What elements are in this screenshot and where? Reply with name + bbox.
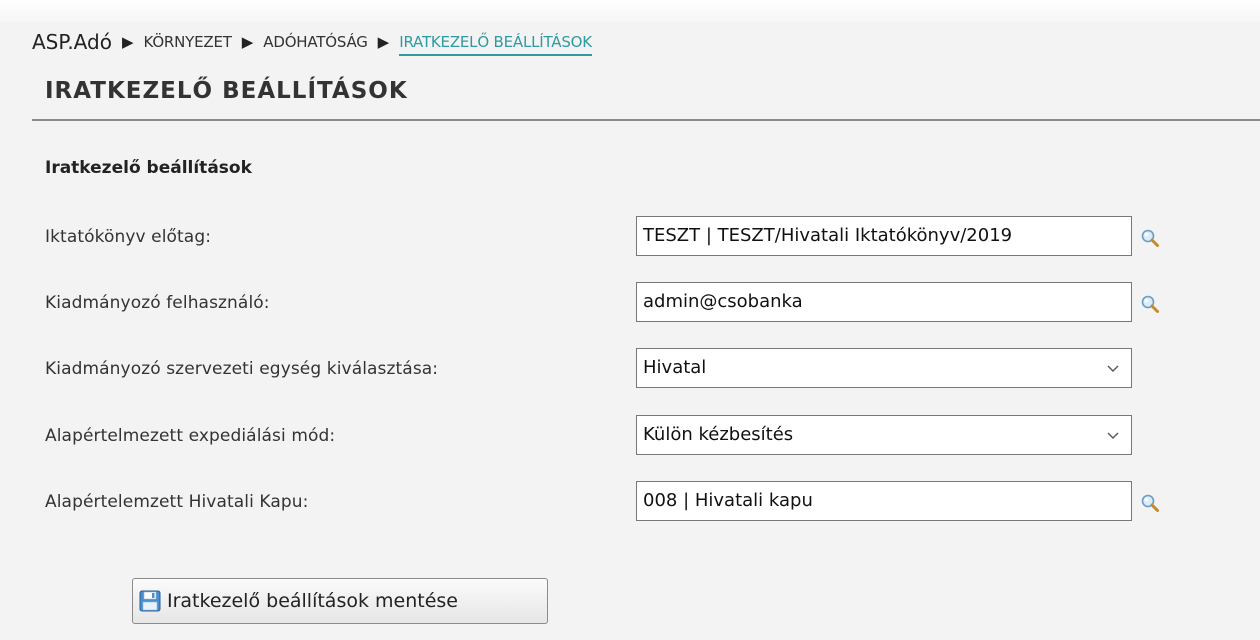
breadcrumb-separator-icon: ▶ xyxy=(121,33,134,51)
szervezeti-egyseg-select[interactable]: Hivatal xyxy=(636,348,1132,388)
hivatali-kapu-value: 008 | Hivatali kapu xyxy=(643,490,813,511)
kiadmanyozo-felhasznalo-value: admin@csobanka xyxy=(643,291,803,312)
iktatokonyv-label: Iktatókönyv előtag: xyxy=(45,227,212,247)
breadcrumb-separator-icon: ▶ xyxy=(241,33,254,51)
chevron-down-icon xyxy=(1107,432,1119,439)
breadcrumb-item-current[interactable]: IRATKEZELŐ BEÁLLÍTÁSOK xyxy=(399,33,592,56)
expedialasi-mod-label: Alapértelmezett expediálási mód: xyxy=(45,426,336,446)
kiadmanyozo-felhasznalo-field[interactable]: admin@csobanka xyxy=(636,282,1132,322)
kiadmanyozo-felhasznalo-label: Kiadmányozó felhasználó: xyxy=(45,293,270,313)
chevron-down-icon xyxy=(1107,365,1119,372)
form-row-iktatokonyv: Iktatókönyv előtag: TESZT | TESZT/Hivata… xyxy=(0,216,1260,258)
expedialasi-mod-select[interactable]: Külön kézbesítés xyxy=(636,415,1132,455)
form-row-hivatali-kapu: Alapértelemzett Hivatali Kapu: 008 | Hiv… xyxy=(0,481,1260,523)
breadcrumb-home[interactable]: ASP.Adó xyxy=(32,30,112,54)
iktatokonyv-value: TESZT | TESZT/Hivatali Iktatókönyv/2019 xyxy=(643,225,1013,246)
form-row-szervezeti-egyseg: Kiadmányozó szervezeti egység kiválasztá… xyxy=(0,348,1260,390)
page-title: IRATKEZELŐ BEÁLLÍTÁSOK xyxy=(45,78,408,104)
floppy-disk-icon xyxy=(139,590,161,612)
form-row-kiadmanyozo-felhasznalo: Kiadmányozó felhasználó: admin@csobanka xyxy=(0,282,1260,324)
save-settings-button[interactable]: Iratkezelő beállítások mentése xyxy=(132,578,548,624)
hivatali-kapu-field[interactable]: 008 | Hivatali kapu xyxy=(636,481,1132,521)
form-row-expedialasi-mod: Alapértelmezett expediálási mód: Külön k… xyxy=(0,415,1260,457)
breadcrumb: ASP.Adó ▶ KÖRNYEZET ▶ ADÓHATÓSÁG ▶ IRATK… xyxy=(32,22,592,62)
title-divider xyxy=(32,119,1260,121)
magnifier-icon[interactable] xyxy=(1140,294,1160,314)
breadcrumb-item-adohatosag[interactable]: ADÓHATÓSÁG xyxy=(263,33,368,51)
breadcrumb-item-kornyezet[interactable]: KÖRNYEZET xyxy=(144,33,232,51)
top-bar xyxy=(0,0,1260,22)
hivatali-kapu-label: Alapértelemzett Hivatali Kapu: xyxy=(45,492,309,512)
magnifier-icon[interactable] xyxy=(1140,228,1160,248)
save-button-label: Iratkezelő beállítások mentése xyxy=(167,590,458,612)
magnifier-icon[interactable] xyxy=(1140,493,1160,513)
szervezeti-egyseg-label: Kiadmányozó szervezeti egység kiválasztá… xyxy=(45,359,439,379)
section-title: Iratkezelő beállítások xyxy=(45,158,252,178)
expedialasi-mod-value: Külön kézbesítés xyxy=(643,424,794,445)
iktatokonyv-field[interactable]: TESZT | TESZT/Hivatali Iktatókönyv/2019 xyxy=(636,216,1132,256)
breadcrumb-separator-icon: ▶ xyxy=(377,33,390,51)
szervezeti-egyseg-value: Hivatal xyxy=(643,357,707,378)
